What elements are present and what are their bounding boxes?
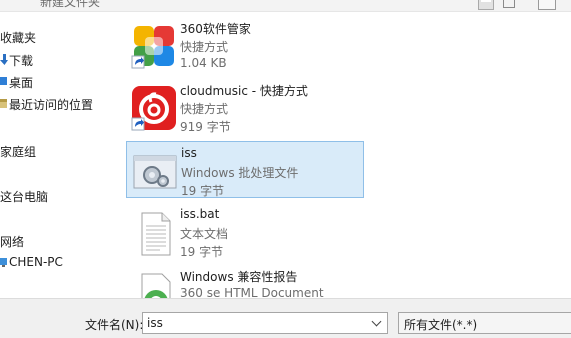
file-item[interactable]: cloudmusic - 快捷方式 快捷方式 919 字节 bbox=[126, 78, 364, 135]
save-bar: 文件名(N): iss 所有文件(*.*) bbox=[0, 298, 571, 338]
filetype-select[interactable]: 所有文件(*.*) bbox=[398, 312, 571, 334]
toolbar: 新建文件夹 bbox=[0, 0, 571, 12]
file-name: iss.bat bbox=[180, 207, 220, 221]
file-name: Windows 兼容性报告 bbox=[180, 270, 298, 284]
file-list: 360软件管家 快捷方式 1.04 KB cloudmusic - 快捷方式 快… bbox=[118, 12, 571, 298]
file-type: 快捷方式 bbox=[180, 40, 229, 54]
file-type: Windows 批处理文件 bbox=[181, 166, 299, 180]
filetype-value: 所有文件(*.*) bbox=[404, 318, 478, 332]
recent-places-icon bbox=[0, 99, 7, 108]
sidebar-item-desktop[interactable]: 桌面 bbox=[9, 74, 33, 91]
preview-pane-icon[interactable] bbox=[503, 0, 515, 8]
view-options-icon[interactable] bbox=[478, 0, 494, 10]
sidebar-item-downloads[interactable]: 下载 bbox=[9, 52, 33, 69]
sidebar-item-homegroup[interactable]: 家庭组 bbox=[0, 143, 36, 160]
navigation-pane: 收藏夹 下载 桌面 最近访问的位置 家庭组 这台电脑 网络 CHEN-PC bbox=[0, 12, 118, 295]
download-arrow-icon bbox=[0, 54, 8, 65]
text-document-icon bbox=[141, 212, 171, 256]
sidebar-item-chen-pc[interactable]: CHEN-PC bbox=[9, 255, 63, 269]
file-item[interactable]: 360软件管家 快捷方式 1.04 KB bbox=[126, 16, 364, 73]
batch-file-gear-icon bbox=[133, 155, 177, 189]
desktop-icon bbox=[0, 77, 7, 85]
file-type: 快捷方式 bbox=[180, 102, 229, 116]
help-icon[interactable] bbox=[538, 0, 556, 10]
file-type: 360 se HTML Document bbox=[180, 286, 324, 298]
file-size: 919 字节 bbox=[180, 120, 231, 134]
file-item[interactable]: iss.bat 文本文档 19 字节 bbox=[126, 203, 364, 260]
filename-label: 文件名(N): bbox=[85, 318, 144, 332]
file-name: iss bbox=[181, 146, 197, 160]
sidebar-item-network[interactable]: 网络 bbox=[0, 233, 24, 250]
file-item-selected[interactable]: iss Windows 批处理文件 19 字节 bbox=[126, 141, 364, 198]
file-size: 19 字节 bbox=[181, 184, 225, 198]
cloudmusic-icon bbox=[131, 86, 176, 131]
filename-value[interactable]: iss bbox=[147, 316, 163, 330]
file-type: 文本文档 bbox=[180, 227, 229, 241]
sidebar-item-recent-places[interactable]: 最近访问的位置 bbox=[9, 96, 93, 113]
sidebar-item-favorites[interactable]: 收藏夹 bbox=[0, 29, 36, 46]
computer-icon bbox=[0, 258, 7, 267]
html-document-icon bbox=[141, 273, 171, 298]
sidebar-item-this-pc[interactable]: 这台电脑 bbox=[0, 188, 48, 205]
file-size: 19 字节 bbox=[180, 245, 224, 259]
chevron-down-icon[interactable] bbox=[371, 316, 382, 327]
360-software-manager-icon bbox=[131, 24, 176, 69]
filename-field[interactable]: iss bbox=[142, 312, 388, 334]
file-item[interactable]: Windows 兼容性报告 360 se HTML Document bbox=[126, 264, 364, 298]
file-name: cloudmusic - 快捷方式 bbox=[180, 84, 308, 98]
window-title: 新建文件夹 bbox=[40, 0, 101, 9]
file-name: 360软件管家 bbox=[180, 22, 251, 36]
file-size: 1.04 KB bbox=[180, 56, 227, 70]
